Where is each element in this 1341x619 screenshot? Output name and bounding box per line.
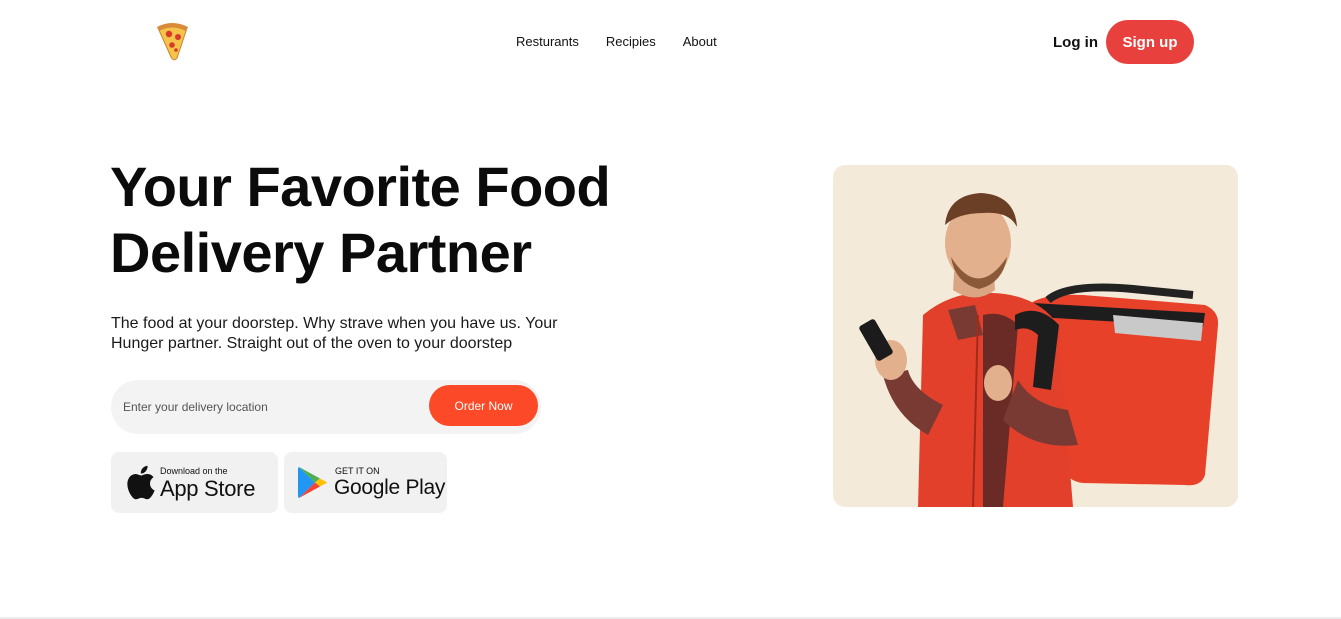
delivery-man-illustration <box>859 193 1219 507</box>
title-line-2: Delivery Partner <box>110 221 532 284</box>
delivery-search-bar: Order Now <box>111 380 541 434</box>
order-now-button[interactable]: Order Now <box>429 385 538 426</box>
hero-image <box>833 165 1238 507</box>
nav-item-about[interactable]: About <box>683 34 717 50</box>
app-store-label: App Store <box>160 476 256 501</box>
hero-subtitle: The food at your doorstep. Why strave wh… <box>111 315 558 352</box>
app-store-button[interactable]: Download on the App Store <box>111 452 278 513</box>
page-title: Your Favorite Food Delivery Partner <box>110 154 670 286</box>
app-store-caption: Download on the <box>160 466 228 476</box>
nav-item-restaurants[interactable]: Resturants <box>516 34 579 50</box>
google-play-caption: GET IT ON <box>335 466 380 476</box>
nav-item-recipes[interactable]: Recipies <box>606 34 656 50</box>
title-line-1: Your Favorite Food <box>110 155 611 218</box>
delivery-location-input[interactable] <box>123 397 423 417</box>
google-play-button[interactable]: GET IT ON Google Play <box>284 452 447 513</box>
signup-button[interactable]: Sign up <box>1106 20 1194 64</box>
pizza-logo-icon[interactable] <box>152 19 192 61</box>
apple-icon <box>127 465 155 500</box>
google-play-icon <box>298 467 327 498</box>
login-link[interactable]: Log in <box>1053 34 1098 52</box>
google-play-label: Google Play <box>334 476 446 499</box>
main-nav: Resturants Recipies About <box>516 34 717 50</box>
